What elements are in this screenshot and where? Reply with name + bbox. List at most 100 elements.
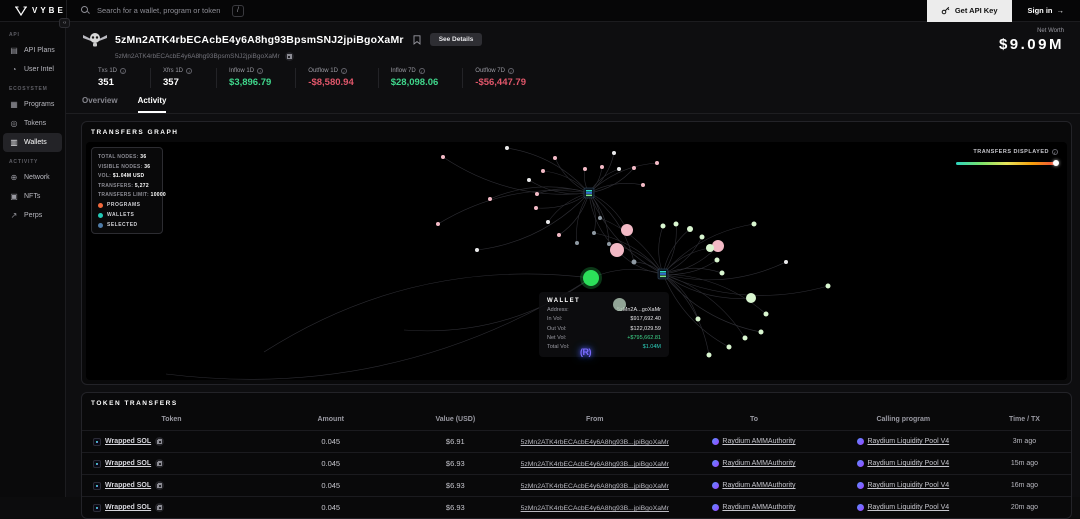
graph-node[interactable] bbox=[505, 146, 509, 150]
graph-node[interactable] bbox=[441, 155, 445, 159]
to-link[interactable]: Raydium AMMAuthority bbox=[722, 438, 795, 445]
bookmark-button[interactable] bbox=[411, 35, 423, 45]
from-address-link[interactable]: 5zMn2ATK4rbECAcbE4y6A8hg93B...jpiBgoXaMr bbox=[521, 439, 669, 446]
copy-token-button[interactable] bbox=[155, 459, 164, 468]
token-link[interactable]: Wrapped SOL bbox=[105, 438, 151, 445]
see-details-button[interactable]: See Details bbox=[430, 33, 483, 46]
info-icon[interactable] bbox=[341, 68, 347, 74]
info-icon[interactable] bbox=[508, 68, 514, 74]
sidebar-item-network[interactable]: ⊕Network bbox=[3, 168, 62, 187]
graph-node[interactable] bbox=[610, 243, 624, 257]
graph-node[interactable] bbox=[541, 169, 545, 173]
calling-program-link[interactable]: Raydium Liquidity Pool V4 bbox=[867, 438, 949, 445]
sidebar-item-nfts[interactable]: ▣NFTs bbox=[3, 187, 62, 206]
graph-node[interactable] bbox=[759, 330, 764, 335]
search-input[interactable] bbox=[97, 6, 225, 15]
graph-node[interactable] bbox=[687, 226, 693, 232]
graph-node[interactable] bbox=[743, 336, 748, 341]
hub-token-node[interactable] bbox=[584, 188, 594, 198]
selected-wallet-node[interactable] bbox=[583, 270, 599, 286]
token-link[interactable]: Wrapped SOL bbox=[105, 460, 151, 467]
graph-node[interactable] bbox=[535, 192, 539, 196]
to-link[interactable]: Raydium AMMAuthority bbox=[722, 460, 795, 467]
token-link[interactable]: Wrapped SOL bbox=[105, 504, 151, 511]
copy-token-button[interactable] bbox=[155, 437, 164, 446]
to-link[interactable]: Raydium AMMAuthority bbox=[722, 482, 795, 489]
sidebar-item-programs[interactable]: ▦Programs bbox=[3, 95, 62, 114]
graph-node[interactable] bbox=[621, 224, 633, 236]
info-icon[interactable] bbox=[186, 68, 192, 74]
graph-node[interactable] bbox=[641, 183, 645, 187]
graph-node[interactable] bbox=[527, 178, 531, 182]
graph-node[interactable] bbox=[727, 345, 732, 350]
graph-node[interactable] bbox=[488, 197, 492, 201]
graph-node[interactable] bbox=[475, 248, 479, 252]
graph-node[interactable] bbox=[553, 156, 557, 160]
graph-node[interactable] bbox=[674, 222, 679, 227]
graph-node[interactable] bbox=[592, 231, 596, 235]
graph-node[interactable] bbox=[746, 293, 756, 303]
graph-node[interactable] bbox=[712, 240, 724, 252]
info-icon[interactable] bbox=[1052, 149, 1058, 155]
info-icon[interactable] bbox=[257, 68, 263, 74]
graph-node[interactable] bbox=[826, 284, 831, 289]
graph-node[interactable] bbox=[706, 244, 714, 252]
copy-token-button[interactable] bbox=[155, 481, 164, 490]
graph-node[interactable] bbox=[764, 312, 769, 317]
graph-node[interactable] bbox=[661, 224, 666, 229]
graph-node[interactable] bbox=[632, 166, 636, 170]
tab-overview[interactable]: Overview bbox=[82, 96, 118, 113]
tooltip-label: Address: bbox=[547, 307, 569, 313]
to-link[interactable]: Raydium AMMAuthority bbox=[722, 504, 795, 511]
graph-node[interactable] bbox=[784, 260, 788, 264]
sidebar-item-wallets[interactable]: ▥Wallets bbox=[3, 133, 62, 152]
graph-node[interactable] bbox=[720, 271, 725, 276]
calling-program-link[interactable]: Raydium Liquidity Pool V4 bbox=[867, 504, 949, 511]
sign-in-button[interactable]: Sign in → bbox=[1012, 6, 1080, 15]
graph-node[interactable] bbox=[436, 222, 440, 226]
graph-node[interactable] bbox=[617, 167, 621, 171]
graph-node[interactable] bbox=[575, 241, 579, 245]
copy-address-button[interactable] bbox=[285, 52, 294, 61]
graph-node[interactable] bbox=[598, 216, 602, 220]
graph-node[interactable] bbox=[612, 151, 616, 155]
graph-node[interactable] bbox=[696, 317, 701, 322]
graph-node[interactable] bbox=[534, 206, 538, 210]
sidebar-collapse-button[interactable]: ‹› bbox=[59, 18, 70, 28]
graph-node[interactable] bbox=[607, 242, 611, 246]
hovered-wallet-node[interactable] bbox=[613, 298, 626, 311]
info-icon[interactable] bbox=[120, 68, 126, 74]
hub-token-node[interactable] bbox=[658, 269, 668, 279]
transfers-displayed-slider[interactable] bbox=[956, 162, 1058, 165]
sidebar-item-api-plans[interactable]: ▤API Plans bbox=[3, 41, 62, 60]
graph-node[interactable] bbox=[557, 233, 561, 237]
tab-activity[interactable]: Activity bbox=[138, 96, 167, 113]
calling-program-link[interactable]: Raydium Liquidity Pool V4 bbox=[867, 460, 949, 467]
sidebar-item-tokens[interactable]: ◎Tokens bbox=[3, 114, 62, 133]
graph-node[interactable] bbox=[707, 353, 712, 358]
calling-program-link[interactable]: Raydium Liquidity Pool V4 bbox=[867, 482, 949, 489]
get-api-key-button[interactable]: Get API Key bbox=[927, 0, 1012, 22]
vybe-logo[interactable]: VYBE bbox=[0, 6, 66, 16]
sidebar-item-user-intel[interactable]: ◔User Intel bbox=[3, 60, 62, 79]
info-icon[interactable] bbox=[419, 68, 425, 74]
graph-node[interactable] bbox=[546, 220, 550, 224]
sidebar-item-perps[interactable]: ↗Perps bbox=[3, 206, 62, 225]
from-address-link[interactable]: 5zMn2ATK4rbECAcbE4y6A8hg93B...jpiBgoXaMr bbox=[521, 483, 669, 490]
sidebar-section-ecosystem: ECOSYSTEM bbox=[0, 79, 65, 95]
from-address-link[interactable]: 5zMn2ATK4rbECAcbE4y6A8hg93B...jpiBgoXaMr bbox=[521, 505, 669, 512]
search-bar[interactable]: / bbox=[67, 5, 927, 17]
graph-node[interactable] bbox=[655, 161, 659, 165]
copy-token-button[interactable] bbox=[155, 503, 164, 512]
graph-node[interactable] bbox=[700, 235, 705, 240]
slider-knob[interactable] bbox=[1053, 160, 1059, 166]
graph-node[interactable] bbox=[632, 260, 637, 265]
graph-node[interactable] bbox=[715, 258, 720, 263]
transfers-graph-canvas[interactable]: TOTAL NODES: 36VISIBLE NODES: 36VOL: $1.… bbox=[86, 142, 1067, 380]
graph-node[interactable] bbox=[583, 167, 587, 171]
token-link[interactable]: Wrapped SOL bbox=[105, 482, 151, 489]
from-address-link[interactable]: 5zMn2ATK4rbECAcbE4y6A8hg93B...jpiBgoXaMr bbox=[521, 461, 669, 468]
graph-node[interactable] bbox=[752, 222, 757, 227]
graph-node[interactable] bbox=[600, 165, 604, 169]
stat-outflow-7d: Outflow 7D-$56,447.79 bbox=[462, 68, 550, 88]
